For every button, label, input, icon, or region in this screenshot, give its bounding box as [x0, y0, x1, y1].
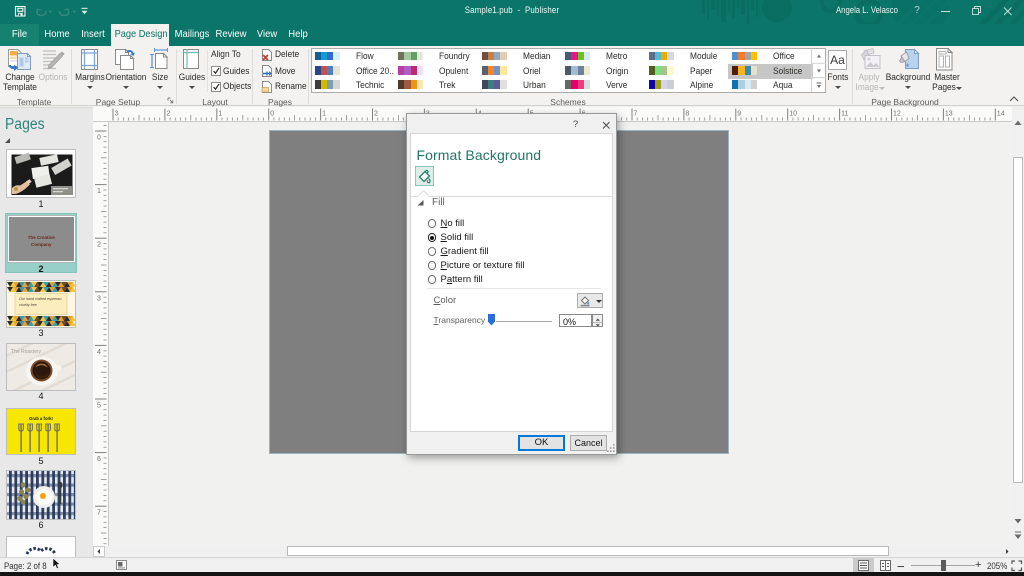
svg-text:10: 10: [789, 111, 797, 118]
svg-text:5: 5: [97, 402, 101, 409]
svg-text:2: 2: [97, 241, 101, 248]
svg-text:0: 0: [270, 111, 274, 118]
svg-text:2: 2: [166, 111, 170, 118]
svg-text:14: 14: [997, 111, 1005, 118]
svg-text:7: 7: [634, 111, 638, 118]
svg-text:Our hand crafted espresso: Our hand crafted espresso: [19, 297, 62, 301]
svg-text:4: 4: [97, 348, 101, 355]
svg-text:3: 3: [115, 111, 119, 118]
svg-text:0: 0: [97, 134, 101, 141]
svg-text:Grab a fork!: Grab a fork!: [29, 416, 53, 421]
svg-text:9: 9: [737, 111, 741, 118]
svg-text:The Roastery: The Roastery: [11, 349, 42, 355]
svg-text:1: 1: [322, 111, 326, 118]
svg-text:cruelty free: cruelty free: [19, 303, 37, 307]
svg-text:2: 2: [374, 111, 378, 118]
svg-text:8: 8: [685, 111, 689, 118]
svg-text:1: 1: [218, 111, 222, 118]
svg-text:6: 6: [97, 456, 101, 463]
svg-text:7: 7: [97, 509, 101, 516]
svg-text:3: 3: [97, 295, 101, 302]
svg-text:1: 1: [97, 188, 101, 195]
svg-text:13: 13: [945, 111, 953, 118]
svg-text:12: 12: [893, 111, 901, 118]
svg-text:11: 11: [841, 111, 848, 118]
